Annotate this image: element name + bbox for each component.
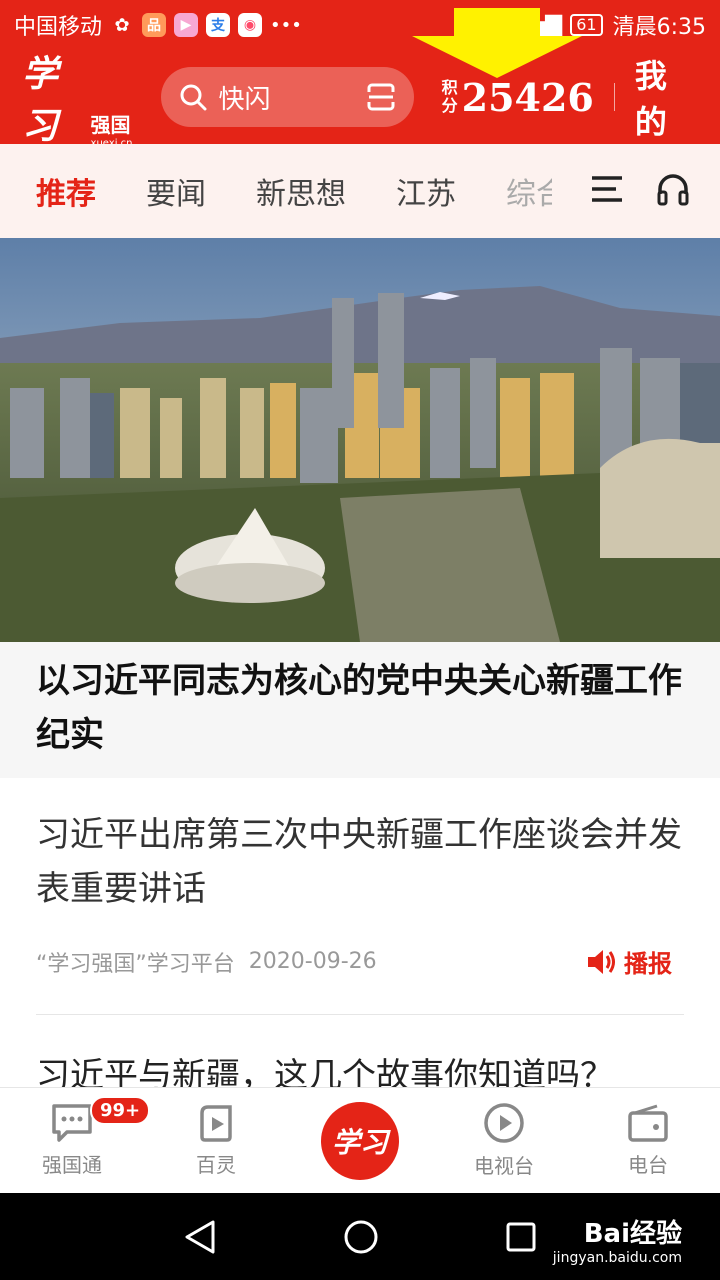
headphones-icon[interactable]	[656, 172, 690, 206]
huawei-icon: ✿	[114, 14, 130, 36]
channel-tabs: 推荐 要闻 新思想 江苏 综合	[0, 144, 720, 249]
search-icon	[180, 84, 206, 111]
divider	[36, 1014, 684, 1015]
nav-radio[interactable]: 电台	[576, 1088, 720, 1193]
carrier-label: 中国移动	[14, 15, 103, 40]
search-bar[interactable]: 快闪	[160, 67, 414, 127]
broadcast-label: 播报	[624, 950, 672, 978]
nav-study-home[interactable]: 学习	[288, 1088, 432, 1193]
points-label-2: 分	[441, 96, 458, 115]
clock: 清晨6:35	[612, 15, 706, 40]
alipay-icon: 支	[206, 13, 231, 37]
search-placeholder: 快闪	[218, 84, 271, 115]
tab-general[interactable]: 综合	[506, 169, 552, 213]
nav-label: 百灵	[196, 1153, 236, 1177]
bottom-nav: 强国通 99+ 百灵 学习 电视台 电台	[0, 1087, 720, 1193]
play-circle-icon	[484, 1103, 524, 1143]
music-app-icon: ◉	[238, 13, 263, 37]
home-icon[interactable]	[343, 1219, 379, 1255]
bailing-play-icon	[200, 1105, 232, 1142]
points-label-1: 积	[441, 78, 458, 97]
hero-title: 以习近平同志为核心的党中央关心新疆工作纪实	[36, 661, 682, 755]
video-app-icon: ▶	[174, 13, 199, 37]
app-icon: 品	[142, 13, 167, 37]
points-display[interactable]: 积 分 25426	[442, 75, 594, 120]
nav-label: 电台	[628, 1153, 668, 1177]
hero-caption[interactable]: 以习近平同志为核心的党中央关心新疆工作纪实	[0, 642, 720, 778]
tab-jiangsu[interactable]: 江苏	[396, 169, 456, 213]
nav-qiangguotong[interactable]: 强国通 99+	[0, 1088, 151, 1193]
speaker-icon	[588, 949, 615, 974]
watermark-url: jingyan.baidu.com	[552, 1250, 682, 1266]
status-bar: 中国移动 ✿ 品 ▶ 支 ◉ ••• ▯ ▁▃▅▇ 61 清晨6:35	[0, 0, 720, 50]
broadcast-button[interactable]: 播报	[586, 944, 672, 979]
back-icon[interactable]	[183, 1219, 217, 1255]
tab-recommend[interactable]: 推荐	[36, 169, 96, 249]
logo-script: 学习	[22, 53, 58, 147]
list-item[interactable]: 习近平出席第三次中央新疆工作座谈会并发表重要讲话 “学习强国”学习平台 2020…	[36, 808, 686, 979]
menu-icon[interactable]	[590, 172, 624, 206]
article-title: 习近平出席第三次中央新疆工作座谈会并发表重要讲话	[36, 815, 682, 909]
chat-bubble-icon	[52, 1104, 92, 1142]
logo-name: 强国	[90, 113, 131, 137]
radio-icon	[628, 1104, 668, 1142]
app-header: 学习 强国 xuexi.cn 快闪 积 分 25426 我的	[0, 50, 720, 149]
nav-bailing[interactable]: 百灵	[144, 1088, 288, 1193]
study-logo-icon: 学习	[321, 1101, 399, 1180]
tab-headlines[interactable]: 要闻	[146, 169, 206, 213]
nav-label: 电视台	[474, 1154, 534, 1178]
watermark-logo: Bai经验	[583, 1219, 682, 1249]
header-divider	[613, 83, 615, 111]
app-logo[interactable]: 学习 强国 xuexi.cn	[22, 45, 133, 149]
article-date: 2020-09-26	[248, 949, 377, 974]
mine-button[interactable]: 我的	[635, 51, 698, 143]
nav-label: 强国通	[42, 1153, 102, 1177]
scan-icon[interactable]	[366, 82, 396, 112]
watermark: Bai经验 jingyan.baidu.com	[553, 1213, 682, 1266]
recent-apps-icon[interactable]	[505, 1221, 537, 1253]
more-dots-icon: •••	[270, 14, 302, 36]
tab-new-thought[interactable]: 新思想	[256, 169, 346, 213]
hero-image[interactable]	[0, 238, 720, 642]
points-value: 25426	[461, 74, 594, 120]
nav-tv[interactable]: 电视台	[432, 1088, 576, 1193]
annotation-arrow-icon	[412, 8, 582, 78]
notification-badge: 99+	[90, 1096, 151, 1125]
article-source: “学习强国”学习平台	[36, 951, 235, 977]
